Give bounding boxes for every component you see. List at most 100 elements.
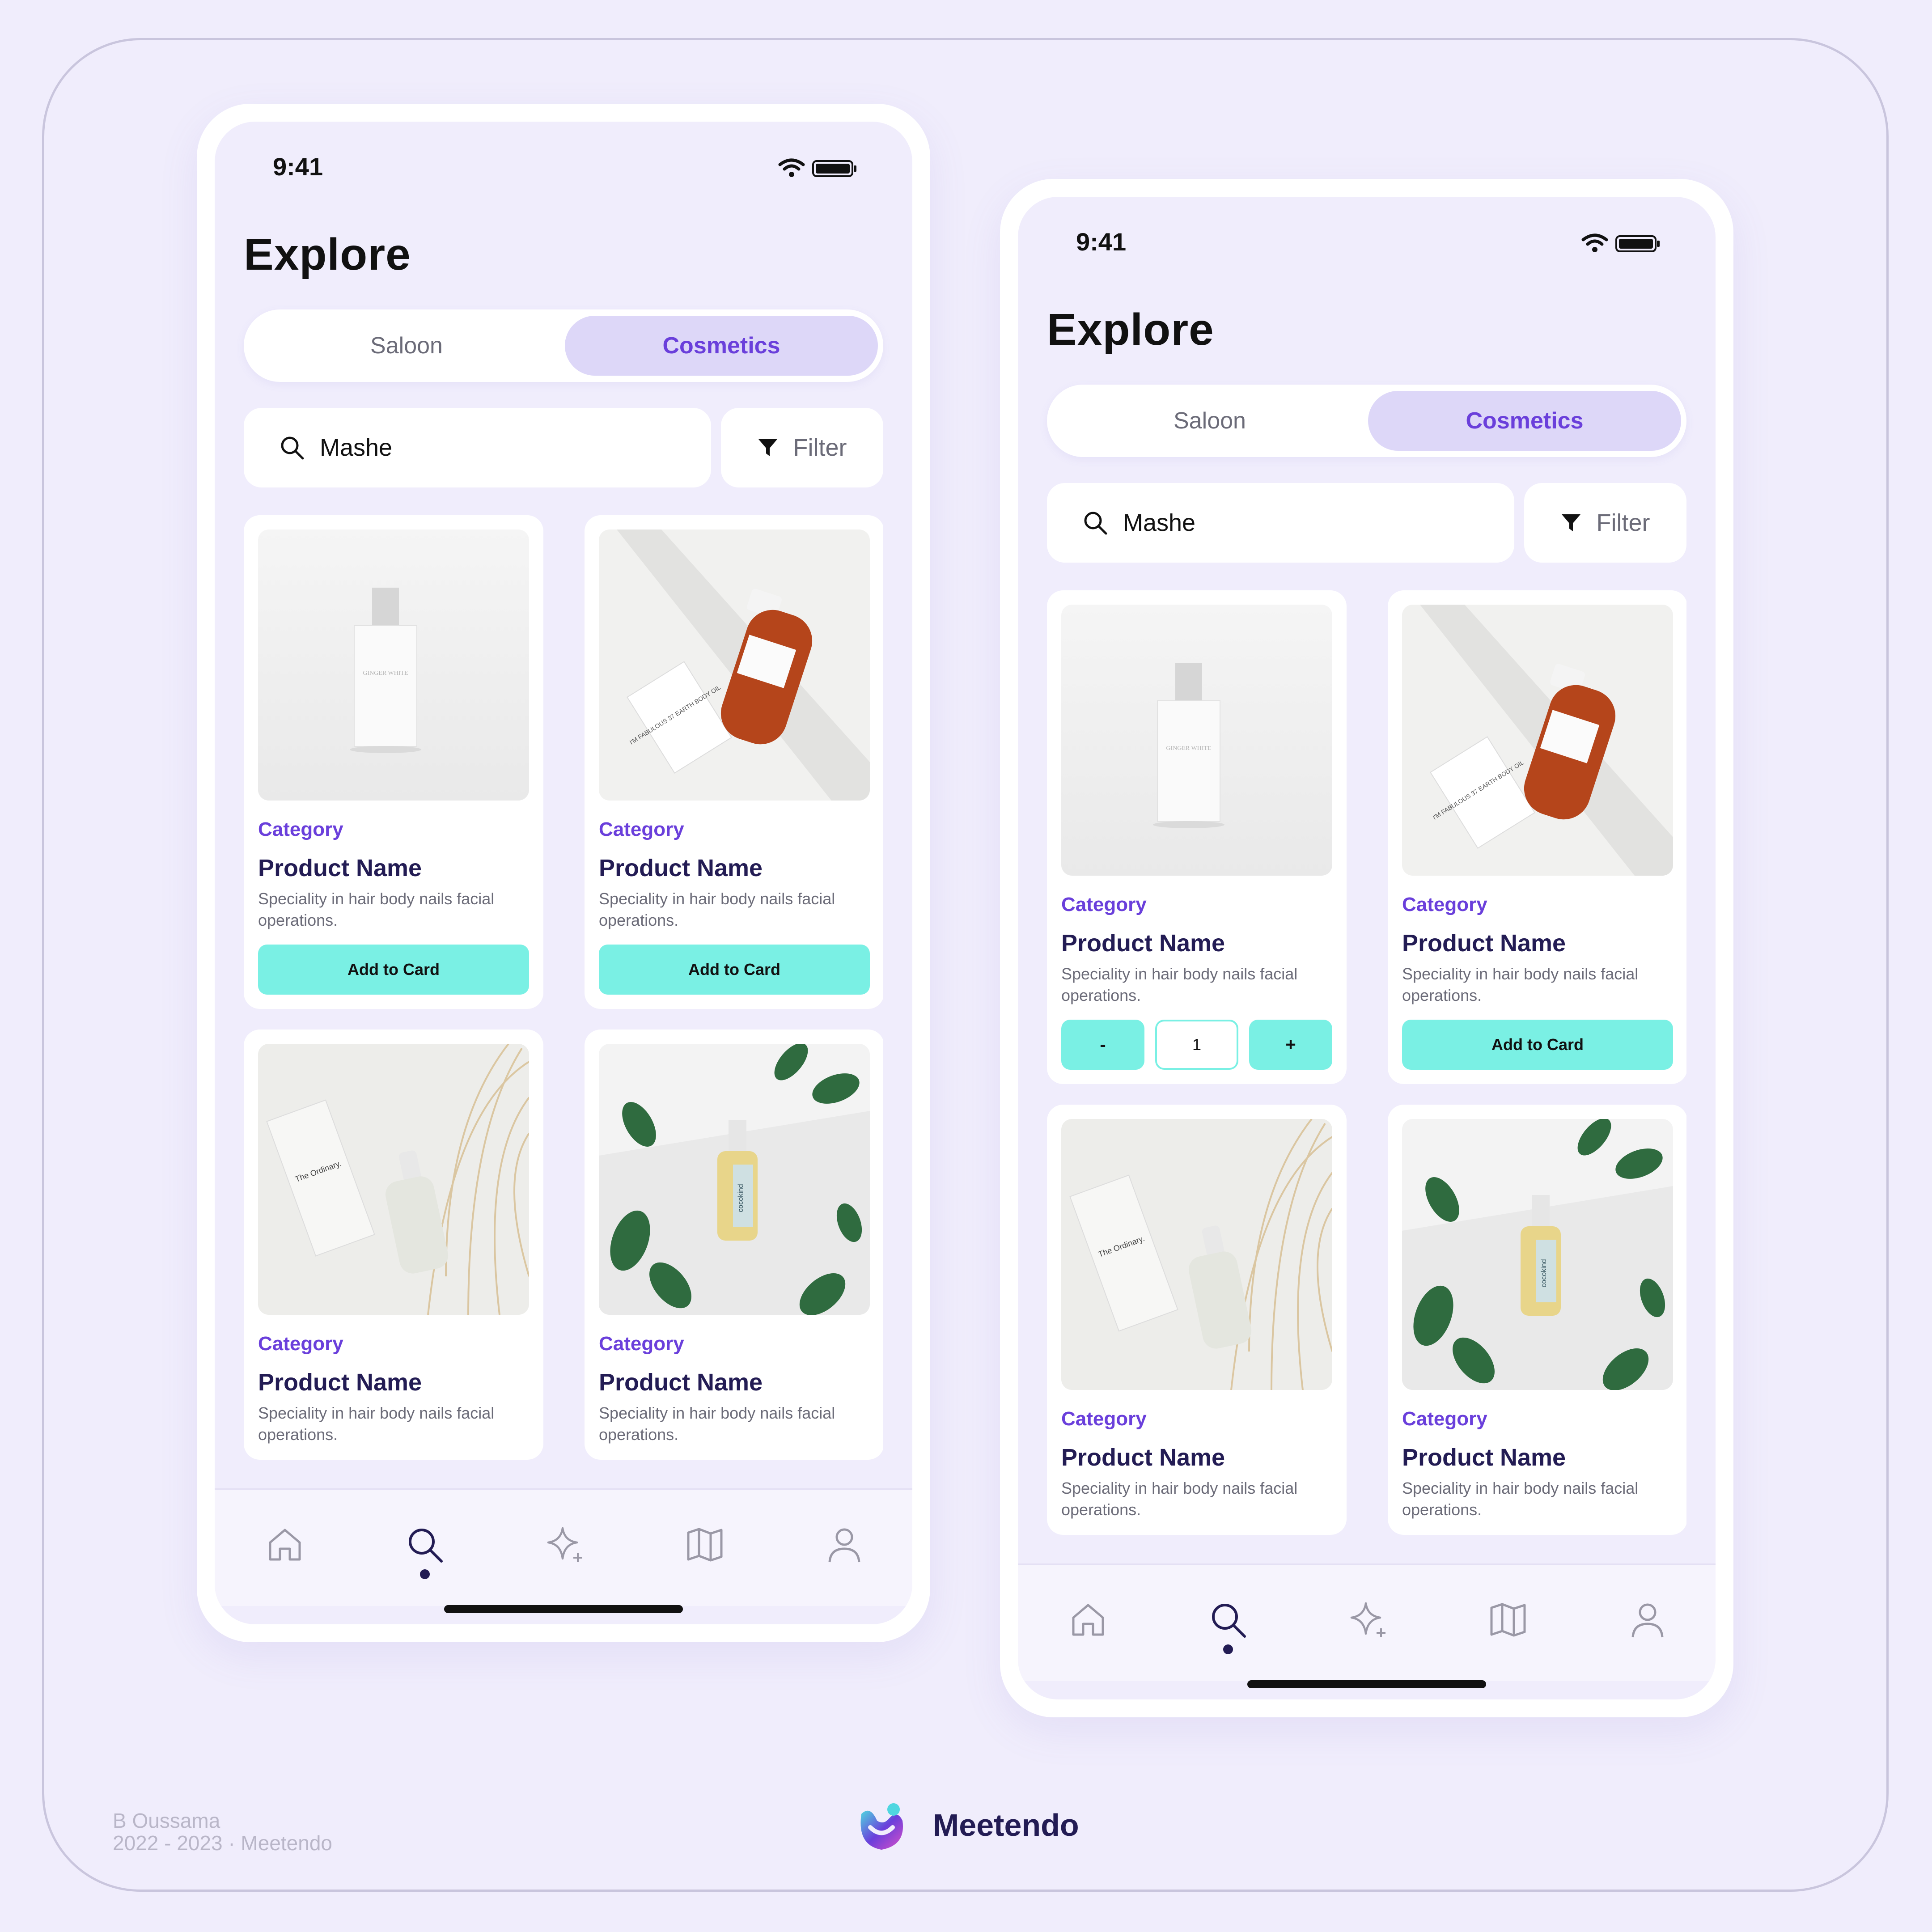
product-category: Category (599, 818, 684, 840)
status-time: 9:41 (273, 153, 323, 181)
product-card[interactable]: The Ordinary. Category Product Name Spec… (1047, 1105, 1347, 1535)
battery-icon (1615, 235, 1660, 252)
tab-profile[interactable] (824, 1525, 864, 1565)
page-title: Explore (244, 229, 411, 280)
product-category: Category (599, 1333, 684, 1355)
home-indicator (444, 1605, 683, 1613)
product-card[interactable]: cocokind Category Product Name Specialit… (1388, 1105, 1686, 1535)
search-input[interactable]: Mashe (1047, 483, 1514, 563)
product-card[interactable]: GINGER WHITE Category Product Name Speci… (1047, 590, 1347, 1084)
add-to-cart-button[interactable]: Add to Card (599, 945, 870, 995)
tab-bar (215, 1488, 912, 1606)
segment-cosmetics[interactable]: Cosmetics (1368, 391, 1681, 451)
sparkle-icon (1350, 1602, 1385, 1637)
active-tab-indicator (420, 1569, 430, 1579)
search-value: Mashe (1123, 509, 1196, 536)
tab-search[interactable] (1208, 1600, 1248, 1640)
product-category: Category (258, 818, 343, 840)
product-image-spray: cocokind (1402, 1119, 1673, 1390)
search-icon (1084, 512, 1107, 535)
wifi-icon (778, 158, 805, 177)
brand-lockup: Meetendo (852, 1796, 1079, 1854)
product-name: Product Name (1061, 1444, 1225, 1471)
status-icons (778, 158, 856, 177)
svg-text:cocokind: cocokind (1540, 1259, 1548, 1287)
product-category: Category (1061, 1408, 1147, 1430)
product-description: Speciality in hair body nails facial ope… (1402, 965, 1639, 1004)
wifi-icon (1581, 233, 1608, 252)
add-to-cart-button[interactable]: Add to Card (258, 945, 529, 995)
product-image-serum: The Ordinary. (1061, 1119, 1332, 1390)
product-grid: GINGER WHITE Category Product Name Speci… (244, 515, 883, 1488)
battery-icon (812, 160, 856, 177)
home-indicator (1247, 1680, 1486, 1688)
svg-text:GINGER WHITE: GINGER WHITE (1166, 745, 1211, 752)
tab-discover[interactable] (1348, 1600, 1388, 1640)
phone-mockup-right: 9:41 Explore Saloon Cosmetics Mashe Filt… (1000, 179, 1733, 1717)
quantity-stepper: - 1 + (1061, 1020, 1332, 1070)
sparkle-icon (547, 1527, 582, 1562)
product-category: Category (258, 1333, 343, 1355)
segment-control: Saloon Cosmetics (244, 309, 883, 382)
home-icon (1072, 1604, 1104, 1636)
product-description: Speciality in hair body nails facial ope… (599, 1404, 835, 1444)
map-icon (1490, 1603, 1526, 1637)
tab-profile[interactable] (1627, 1600, 1668, 1640)
status-icons (1581, 233, 1660, 252)
product-description: Speciality in hair body nails facial ope… (1061, 965, 1298, 1004)
product-image-body-oil: I'M FABULOUS 37 EARTH BODY OIL (599, 530, 870, 801)
search-input[interactable]: Mashe (244, 408, 711, 487)
product-name: Product Name (258, 855, 422, 881)
tab-home[interactable] (1068, 1600, 1108, 1640)
tab-map[interactable] (685, 1525, 725, 1565)
brand-name: Meetendo (933, 1808, 1079, 1843)
tab-discover[interactable] (545, 1525, 585, 1565)
decrement-button[interactable]: - (1061, 1020, 1144, 1070)
product-card[interactable]: I'M FABULOUS 37 EARTH BODY OIL Category … (585, 515, 883, 1009)
tab-map[interactable] (1488, 1600, 1528, 1640)
meetendo-logo (860, 1803, 903, 1850)
product-name: Product Name (258, 1369, 422, 1396)
product-grid: GINGER WHITE Category Product Name Speci… (1047, 590, 1686, 1563)
credit-years: 2022 - 2023 · Meetendo (113, 1831, 333, 1855)
home-icon (269, 1529, 301, 1561)
product-image-perfume: GINGER WHITE (1061, 605, 1332, 876)
page-title: Explore (1047, 305, 1214, 355)
add-to-cart-button[interactable]: Add to Card (1402, 1020, 1673, 1070)
product-description: Speciality in hair body nails facial ope… (599, 890, 835, 929)
credit-text: B Oussama 2022 - 2023 · Meetendo (113, 1809, 332, 1854)
product-description: Speciality in hair body nails facial ope… (258, 890, 495, 929)
product-card[interactable]: GINGER WHITE Category Product Name Speci… (244, 515, 543, 1009)
filter-button[interactable]: Filter (721, 408, 883, 487)
segment-saloon[interactable]: Saloon (250, 316, 563, 376)
segment-cosmetics[interactable]: Cosmetics (565, 316, 878, 376)
segment-control: Saloon Cosmetics (1047, 385, 1686, 457)
increment-button[interactable]: + (1249, 1020, 1332, 1070)
explore-screen: 9:41 Explore Saloon Cosmetics Mashe Filt… (1018, 197, 1716, 1699)
active-tab-indicator (1223, 1644, 1233, 1654)
product-card[interactable]: I'M FABULOUS 37 EARTH BODY OIL Category … (1388, 590, 1686, 1084)
product-name: Product Name (1402, 930, 1566, 957)
product-card[interactable]: The Ordinary. Category Product Name Spec… (244, 1030, 543, 1460)
segment-saloon[interactable]: Saloon (1053, 391, 1366, 451)
tab-bar (1018, 1563, 1716, 1681)
search-icon (281, 436, 304, 460)
svg-text:cocokind: cocokind (737, 1184, 745, 1212)
tab-home[interactable] (265, 1525, 305, 1565)
product-image-body-oil: I'M FABULOUS 37 EARTH BODY OIL (1402, 605, 1673, 876)
filter-label: Filter (793, 434, 847, 461)
map-icon (687, 1528, 723, 1562)
product-category: Category (1402, 1408, 1487, 1430)
product-category: Category (1402, 894, 1487, 915)
product-image-spray: cocokind (599, 1044, 870, 1315)
search-value: Mashe (320, 434, 393, 461)
filter-button[interactable]: Filter (1524, 483, 1686, 563)
author-name: B Oussama (113, 1809, 220, 1832)
product-card[interactable]: cocokind Category Product Name Specialit… (585, 1030, 883, 1460)
quantity-field[interactable]: 1 (1155, 1020, 1238, 1070)
tab-search[interactable] (405, 1525, 445, 1565)
phone-mockup-left: 9:41 Explore Saloon Cosmetics Mashe Filt… (197, 104, 930, 1642)
product-name: Product Name (599, 855, 763, 881)
product-name: Product Name (1061, 930, 1225, 957)
product-image-perfume: GINGER WHITE (258, 530, 529, 801)
